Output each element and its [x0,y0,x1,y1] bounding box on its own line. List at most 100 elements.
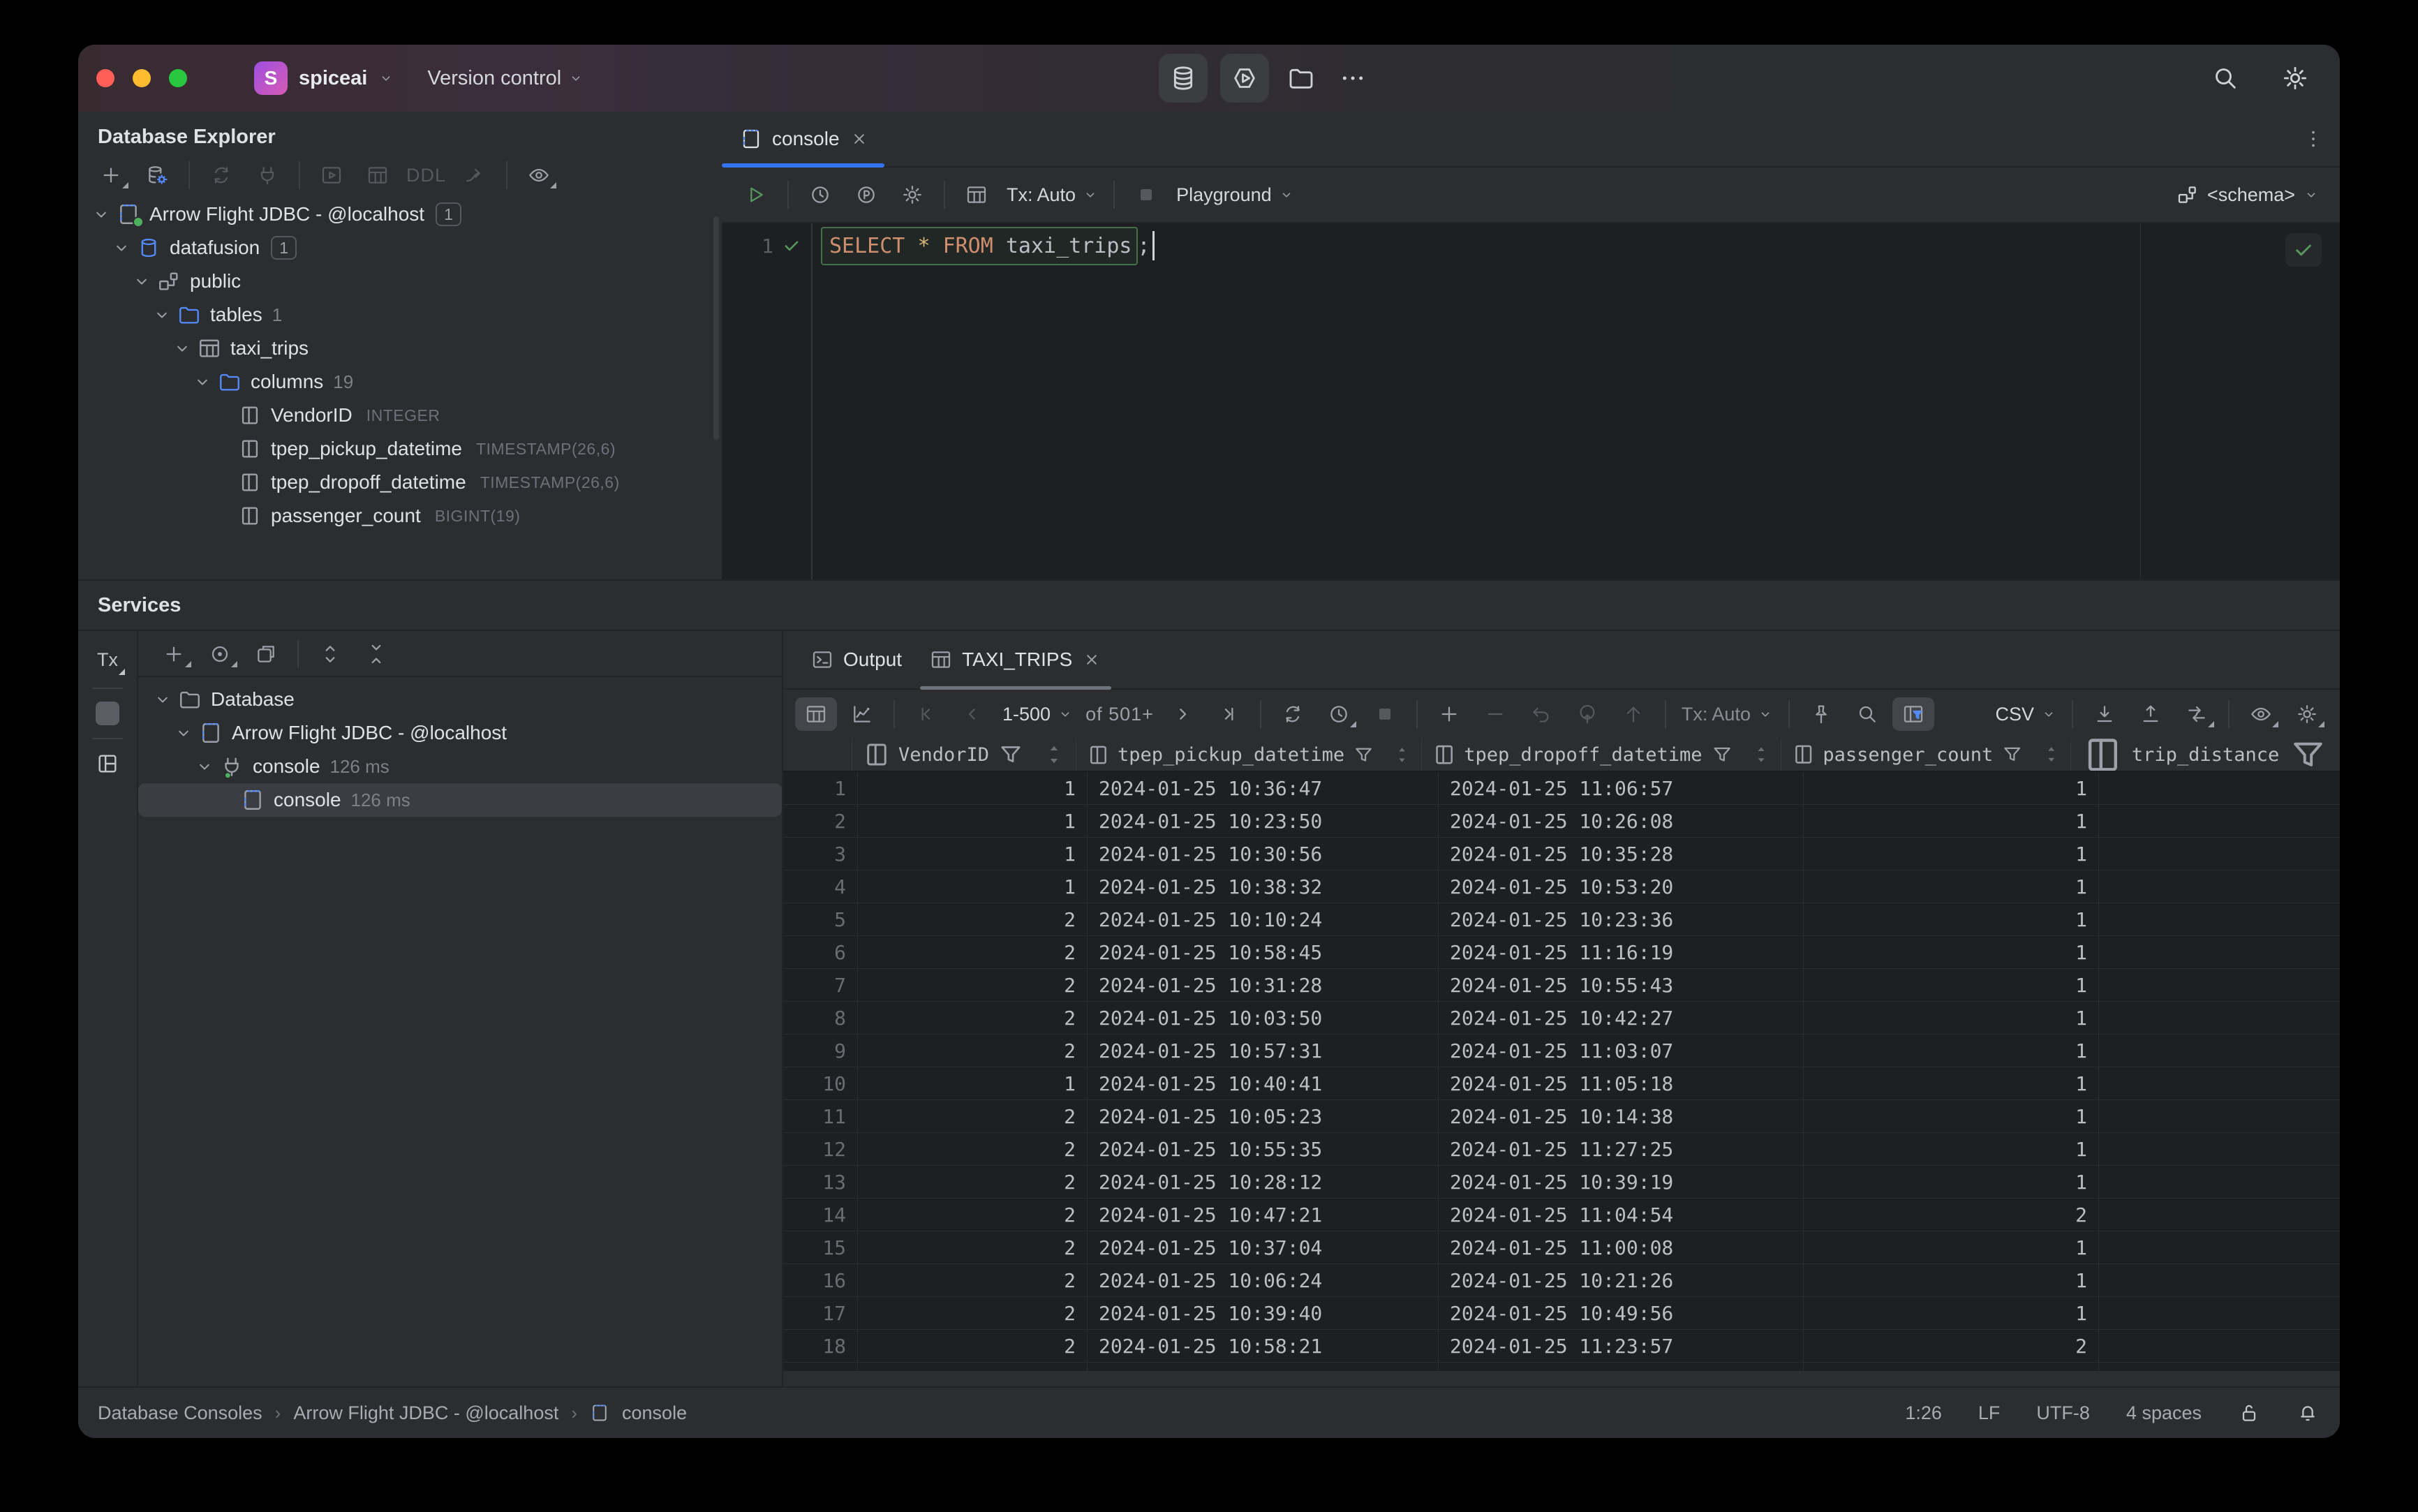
table-cell[interactable]: 9.49 [2099,969,2340,1001]
chevron-down-icon[interactable] [170,723,197,743]
tab-console[interactable]: console [722,112,884,168]
tab-output[interactable]: Output [797,631,916,688]
chevron-down-icon[interactable] [88,205,114,224]
show-services-button[interactable] [199,637,241,671]
table-cell[interactable]: 1 [1804,1035,2099,1067]
auto-refresh-button[interactable] [1318,697,1360,731]
table-cell[interactable]: 1 [858,805,1088,837]
table-cell[interactable]: 2024-01-25 10:14:38 [1439,1100,1804,1132]
tree-item-columns[interactable]: columns 19 [78,365,722,399]
history-button[interactable] [799,178,841,212]
table-cell[interactable]: 2 [858,903,1088,935]
next-page-button[interactable] [1162,697,1203,731]
project-files-button[interactable] [1282,59,1321,98]
column-header-tpep_dropoff_datetime[interactable]: tpep_dropoff_datetime [1422,739,1781,771]
view-options-grid-button[interactable] [2240,697,2282,731]
table-cell[interactable]: 2.06 [2099,1199,2340,1231]
table-row[interactable]: 6 2 2024-01-25 10:58:45 2024-01-25 11:16:19… [783,936,2340,969]
tx-mode-dropdown[interactable]: Tx: Auto [1000,184,1105,206]
table-row[interactable]: 8 2 2024-01-25 10:03:50 2024-01-25 10:42:27… [783,1002,2340,1035]
table-cell[interactable]: 0.43 [2099,1297,2340,1329]
table-cell[interactable]: 2 [858,969,1088,1001]
ide-settings-button[interactable] [2276,59,2315,98]
table-cell[interactable]: 2 [858,1297,1088,1329]
last-page-button[interactable] [1208,697,1249,731]
close-window-button[interactable] [96,69,114,87]
table-cell[interactable]: 2024-01-25 10:38:32 [1088,870,1439,903]
table-cell[interactable]: 2024-01-25 10:57:31 [1088,1035,1439,1067]
tree-item-console[interactable]: console 126 ms [138,783,782,817]
table-cell[interactable]: 1.3 [2099,870,2340,903]
table-cell[interactable]: 2024-01-25 11:16:19 [1439,936,1804,968]
chart-view-button[interactable] [841,697,883,731]
table-row[interactable]: 5 2 2024-01-25 10:10:24 2024-01-25 10:23:36… [783,903,2340,936]
tree-item-console[interactable]: console 126 ms [138,750,782,783]
datasource-settings-button[interactable] [136,158,178,192]
tree-item-arrow-flight-jdbc-localhost[interactable]: Arrow Flight JDBC - @localhost 1 [78,198,722,231]
execute-button[interactable] [735,178,777,212]
table-cell[interactable]: 1.7 [2099,1363,2340,1371]
table-cell[interactable]: 1.47 [2099,1330,2340,1362]
reload-button[interactable] [1272,697,1314,731]
table-row[interactable]: 11 2 2024-01-25 10:05:23 2024-01-25 10:14:3… [783,1100,2340,1133]
table-cell[interactable]: 1.07 [2099,903,2340,935]
pin-tab-button[interactable] [1800,697,1842,731]
add-row-button[interactable] [1428,697,1470,731]
find-button[interactable] [1846,697,1888,731]
inspection-status-widget[interactable] [2285,233,2322,267]
tree-item-datafusion[interactable]: datafusion 1 [78,231,722,265]
table-cell[interactable]: 1 [1804,805,2099,837]
table-cell[interactable]: 2 [858,1264,1088,1296]
chevron-down-icon[interactable] [128,272,155,291]
table-cell[interactable]: 2024-01-25 10:30:56 [1088,838,1439,870]
import-export-button[interactable] [2176,697,2218,731]
table-cell[interactable]: 18.6 [2099,1002,2340,1034]
table-cell[interactable]: 1 [1804,1231,2099,1263]
caret-position[interactable]: 1:26 [1905,1402,1942,1424]
table-cell[interactable]: 2024-01-25 10:39:40 [1088,1297,1439,1329]
table-cell[interactable]: 0.98 [2099,1264,2340,1296]
table-cell[interactable]: 2.46 [2099,1231,2340,1263]
table-cell[interactable]: 1 [1804,969,2099,1001]
table-cell[interactable]: 0.4 [2099,805,2340,837]
settings-button[interactable] [891,178,933,212]
table-cell[interactable]: 1 [1804,903,2099,935]
table-cell[interactable]: 2024-01-25 10:26:08 [1439,805,1804,837]
parameters-button[interactable] [845,178,887,212]
table-cell[interactable]: 2024-01-25 11:00:08 [1439,1231,1804,1263]
schema-selector[interactable]: <schema> [2176,184,2319,206]
database-tool-button[interactable] [1159,54,1208,103]
table-cell[interactable]: 2024-01-25 10:58:45 [1088,936,1439,968]
table-cell[interactable]: 1 [1804,1067,2099,1099]
view-options-button[interactable] [518,158,560,192]
tree-item-arrow-flight-jdbc-localhost[interactable]: Arrow Flight JDBC - @localhost [138,716,782,750]
table-cell[interactable]: 2024-01-25 10:47:21 [1088,1199,1439,1231]
chevron-down-icon[interactable] [108,238,135,258]
table-cell[interactable]: 2 [858,936,1088,968]
table-cell[interactable]: 2024-01-25 10:35:28 [1439,838,1804,870]
services-tool-button[interactable] [1220,54,1269,103]
table-cell[interactable]: 2024-01-25 11:05:18 [1439,1067,1804,1099]
close-icon[interactable] [850,129,869,149]
add-button[interactable] [90,158,132,192]
table-cell[interactable]: 2024-01-25 10:39:19 [1439,1166,1804,1198]
table-cell[interactable]: 2024-01-25 10:37:04 [1088,1231,1439,1263]
chevron-down-icon[interactable] [149,690,176,709]
notifications-icon[interactable] [2297,1402,2319,1424]
tree-item-public[interactable]: public [78,265,722,298]
table-cell[interactable]: 2024-01-25 10:05:23 [1088,1100,1439,1132]
chevron-down-icon[interactable] [191,757,218,776]
table-cell[interactable]: 1 [1804,772,2099,804]
table-cell[interactable]: 2 [858,1231,1088,1263]
close-icon[interactable] [1082,650,1102,669]
table-cell[interactable]: 2 [1804,1330,2099,1362]
table-row[interactable]: 18 2 2024-01-25 10:58:21 2024-01-25 11:23:5… [783,1330,2340,1363]
result-view-button[interactable] [956,178,997,212]
chevron-down-icon[interactable] [169,339,195,358]
table-cell[interactable]: 2024-01-25 11:23:57 [1439,1330,1804,1362]
table-cell[interactable]: 2024-01-25 10:28:12 [1088,1166,1439,1198]
table-row[interactable]: 1912024-01-25 10:02:082024-01-25 10:25:1… [783,1363,2340,1371]
table-cell[interactable]: 2024-01-25 10:49:56 [1439,1297,1804,1329]
table-row[interactable]: 15 2 2024-01-25 10:37:04 2024-01-25 11:00:0… [783,1231,2340,1264]
table-row[interactable]: 16 2 2024-01-25 10:06:24 2024-01-25 10:21:2… [783,1264,2340,1297]
